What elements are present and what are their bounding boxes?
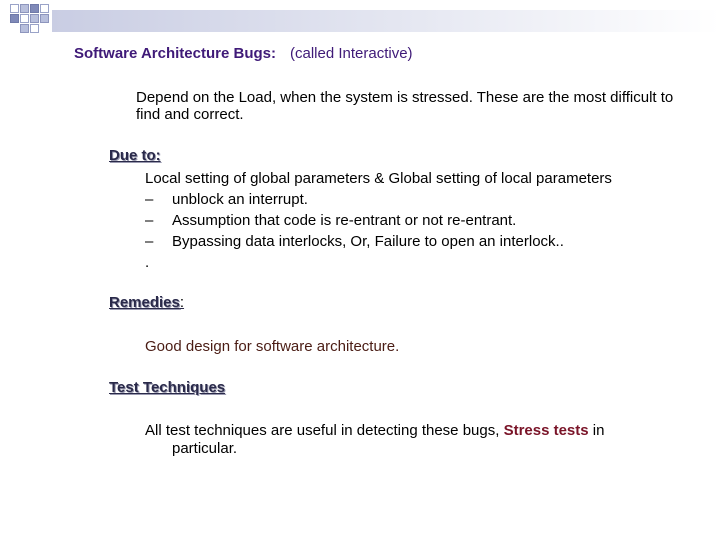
list-item: – Bypassing data interlocks, Or, Failure … [145,231,612,252]
list-item-text: unblock an interrupt. [172,191,308,208]
test-text-after: in [588,422,605,439]
due-to-lead: Local setting of global parameters & Glo… [145,170,612,187]
deco-square [40,14,49,23]
deco-square [40,4,49,13]
deco-square [10,14,19,23]
trailing-dot: . [145,254,150,271]
title-main: Software Architecture Bugs: [74,45,276,62]
list-item: – Assumption that code is re-entrant or n… [145,210,612,231]
remedies-heading-colon: : [179,294,185,311]
test-techniques-text: All test techniques are useful in detect… [145,422,665,458]
dash-bullet: – [145,212,154,229]
stress-tests-highlight: Stress tests [503,422,589,439]
remedies-heading: Remedies: [109,294,184,311]
decorative-header [0,0,720,40]
header-gradient-bar [52,10,720,32]
dash-bullet: – [145,233,154,250]
list-item-text: Assumption that code is re-entrant or no… [172,212,517,229]
deco-square [20,4,29,13]
remedies-heading-label: Remedies [109,294,180,311]
test-text-line2: particular. [172,440,238,457]
due-to-list: Local setting of global parameters & Glo… [145,168,612,273]
deco-square [10,4,19,13]
description-paragraph: Depend on the Load, when the system is s… [136,89,674,123]
deco-square [30,24,39,33]
title-subtitle: (called Interactive) [289,45,413,62]
slide-title: Software Architecture Bugs: (called Inter… [74,45,413,62]
due-to-heading: Due to: [109,147,161,164]
deco-square [20,24,29,33]
deco-square [30,4,39,13]
test-text-before: All test techniques are useful in detect… [145,422,504,439]
list-item-text: Bypassing data interlocks, Or, Failure t… [172,233,564,250]
remedies-text: Good design for software architecture. [145,338,400,355]
dash-bullet: – [145,191,154,208]
deco-square [20,14,29,23]
list-item: – unblock an interrupt. [145,189,612,210]
deco-square [30,14,39,23]
test-techniques-heading: Test Techniques [109,379,226,396]
